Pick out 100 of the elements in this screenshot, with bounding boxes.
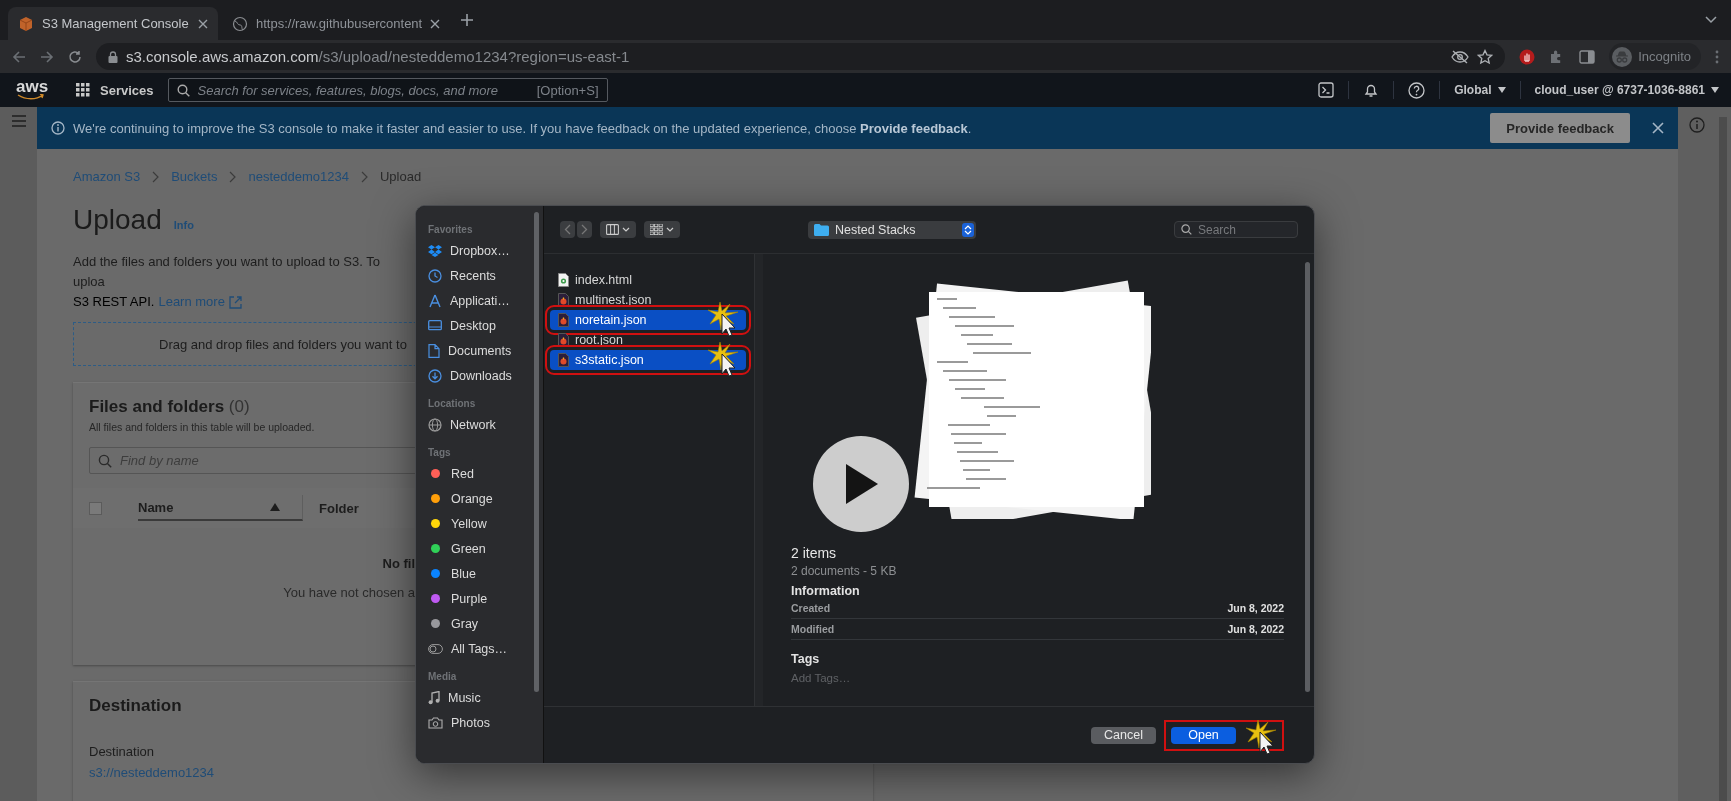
sidebar-item[interactable]: Gray [451,616,479,631]
chevron-down-icon [622,227,630,232]
sidebar-item[interactable]: Music [448,690,481,705]
camera-icon [428,716,443,729]
bell-icon[interactable] [1363,82,1380,98]
description-text: S3 REST API. [73,293,155,311]
forward-button[interactable] [577,221,592,238]
caret-icon [1711,87,1719,93]
incognito-profile-button[interactable]: Incognito [1609,43,1701,70]
search-field[interactable]: Search for services, features, blogs, docs, and more [Option+S] [167,78,608,102]
desktop-icon [428,319,442,332]
close-icon[interactable] [198,18,208,29]
star-icon[interactable] [1477,48,1494,65]
sidebar-item[interactable]: Network [450,417,496,432]
url-text: s3.console.aws.amazon.com/s3/upload/nesteddemo1234?region=us-east-1 [126,47,630,66]
play-icon [844,464,878,504]
card-title: Destination [89,696,182,716]
search-input[interactable]: Search for services, features, blogs, docs, and more [197,82,529,98]
grid-icon [76,83,90,97]
close-icon[interactable] [1652,122,1664,134]
chevron-right-icon [360,170,368,183]
new-tab-icon[interactable] [460,13,475,27]
region-menu[interactable]: Global [1454,83,1506,97]
select-all-checkbox[interactable] [89,501,102,515]
reload-icon[interactable] [68,49,82,64]
sidebar-item[interactable]: Green [451,541,486,556]
info-icon[interactable] [1689,117,1705,133]
caret-icon [1497,87,1506,93]
sidebar-item[interactable]: Purple [451,591,488,606]
music-note-icon [428,690,440,705]
search-icon [176,83,190,97]
sidebar-heading: Media [428,669,458,684]
tags-field[interactable]: Add Tags… [791,672,991,684]
services-menu-button[interactable]: Services [76,82,154,98]
chevron-right-icon [581,224,588,235]
sidebar-heading: Locations [428,396,477,411]
breadcrumb-current: Upload [379,169,422,184]
sidebar-item[interactable]: Recents [450,268,496,283]
section-heading: Information [791,584,861,598]
back-icon[interactable] [12,49,26,64]
sidebar-item[interactable]: Orange [451,491,493,506]
file-row[interactable]: index.html [550,270,746,290]
address-bar[interactable]: s3.console.aws.amazon.com/s3/upload/nesteddemo1234?region=us-east-1 [96,43,1506,70]
side-panel-icon[interactable] [1579,49,1596,64]
up-down-icon [964,224,972,235]
forward-icon[interactable] [40,49,54,64]
sidebar-heading: Favorites [428,222,474,237]
info-value: Jun 8, 2022 [1227,623,1284,635]
location-popup[interactable]: Nested Stacks [808,220,976,239]
empty-title: No fil [382,556,415,571]
tags-icon [428,643,443,654]
provide-feedback-button[interactable]: Provide feedback [1490,113,1630,143]
dialog-search-field[interactable]: Search [1174,221,1298,238]
applications-icon [428,293,442,308]
chevron-left-icon [564,224,571,235]
globe-icon [232,15,248,32]
column-view-button[interactable] [600,221,636,238]
description-text: Add the files and folders you want to upload to S3. To uploa [73,253,381,291]
chevron-down-icon[interactable] [1705,16,1717,24]
html-file-icon [558,273,569,287]
info-label: Created [791,602,831,614]
search-icon [98,453,112,468]
page-title: Upload [73,204,162,236]
sidebar-item[interactable]: Downloads [450,368,512,383]
download-icon [428,368,442,383]
grid-icon [650,224,663,235]
aws-logo[interactable]: aws [16,80,46,100]
dialog-search-input[interactable]: Search [1198,222,1288,237]
sort-ascending-icon[interactable] [270,503,280,511]
account-menu[interactable]: cloud_user @ 6737-1036-8861 [1534,83,1719,97]
section-heading: Tags [791,652,821,666]
eye-off-icon[interactable] [1451,49,1470,64]
open-button[interactable]: Open [1171,726,1236,744]
group-view-button[interactable] [644,221,680,238]
more-vertical-icon[interactable] [1715,49,1719,64]
sidebar-item[interactable]: Desktop [450,318,496,333]
sidebar-item[interactable]: Blue [451,566,477,581]
browser-tab[interactable]: https://raw.githubusercontent [222,7,451,40]
drop-zone-text: Drag and drop files and folders you want to [159,336,407,352]
sidebar-item[interactable]: All Tags… [451,641,508,656]
banner-message: We're continuing to improve the S3 console to make it faster and easier to use. If you have feedback on the updated experience, choose Provide feedback. [73,120,973,136]
sidebar-item[interactable]: Dropbox… [450,243,510,258]
extension-hand-icon[interactable] [1519,48,1536,65]
sidebar-item[interactable]: Yellow [451,516,487,531]
cancel-button[interactable]: Cancel [1091,726,1156,744]
card-title: Files and folders (0) [89,397,250,416]
chevron-right-icon [152,170,160,183]
terminal-icon[interactable] [1318,82,1335,98]
close-icon[interactable] [430,18,441,29]
sidebar-item[interactable]: Photos [451,715,490,730]
sidebar-item[interactable]: Documents [448,343,512,358]
globe-icon [428,417,442,432]
help-icon[interactable] [1408,81,1426,99]
sidebar-heading: Tags [428,445,452,460]
back-button[interactable] [560,221,575,238]
sidebar-item[interactable]: Applicati… [450,293,510,308]
browser-tab[interactable]: S3 Management Console [8,7,218,40]
external-link-icon [228,295,242,309]
incognito-icon [1612,46,1633,67]
dropbox-icon [428,244,442,257]
